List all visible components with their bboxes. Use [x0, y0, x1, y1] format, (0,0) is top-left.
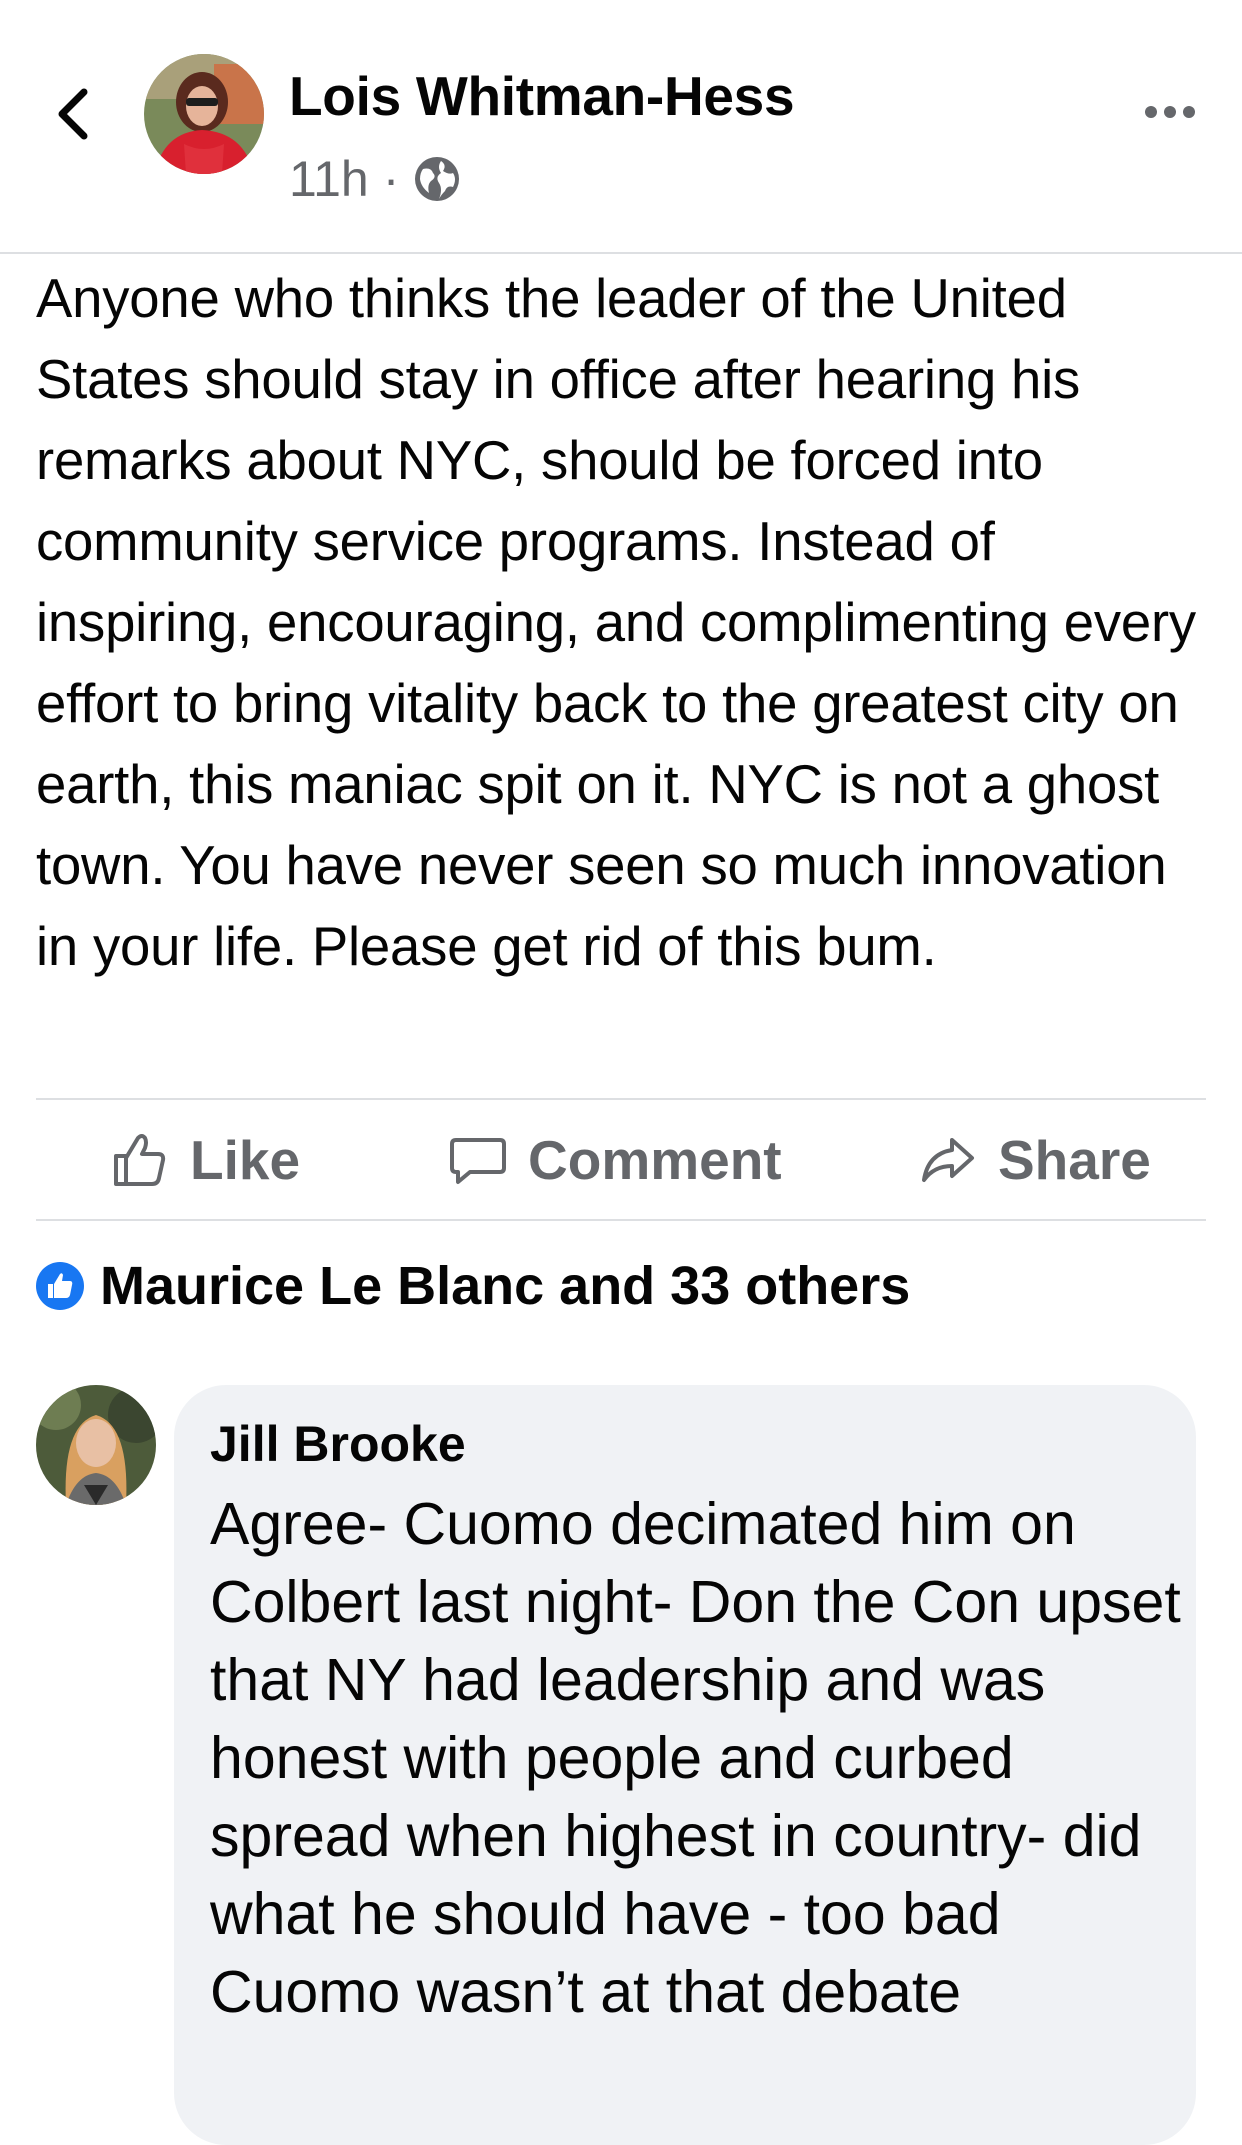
- share-arrow-icon: [922, 1138, 974, 1182]
- comment-button[interactable]: Comment: [450, 1100, 782, 1220]
- comment-text: Agree- Cuomo decimated him on Colbert la…: [210, 1491, 1181, 2025]
- post-time[interactable]: 11h: [289, 150, 369, 208]
- comment-label: Comment: [528, 1129, 782, 1191]
- like-reaction-icon: [36, 1262, 84, 1310]
- commenter-avatar[interactable]: [36, 1385, 156, 1505]
- post-actions: Like Comment Share: [36, 1100, 1206, 1220]
- post-text: Anyone who thinks the leader of the Unit…: [36, 268, 1196, 977]
- share-label: Share: [998, 1129, 1151, 1191]
- like-button[interactable]: Like: [112, 1100, 300, 1220]
- thumbs-up-icon: [114, 1134, 166, 1186]
- reactions-text: Maurice Le Blanc and 33 others: [100, 1256, 911, 1316]
- post-header: Lois Whitman-Hess 11h ·: [0, 0, 1242, 254]
- meta-separator: ·: [382, 151, 400, 207]
- globe-icon: [415, 157, 460, 201]
- ellipsis-icon: [1145, 106, 1195, 118]
- comment-bubble: Jill Brooke Agree- Cuomo decimated him o…: [174, 1385, 1196, 2145]
- author-avatar[interactable]: [144, 54, 264, 174]
- reactions-summary[interactable]: Maurice Le Blanc and 33 others: [36, 1255, 910, 1317]
- commenter-name[interactable]: Jill Brooke: [210, 1415, 466, 1473]
- actions-bottom-divider: [36, 1219, 1206, 1221]
- chevron-left-icon: [58, 88, 88, 140]
- author-name[interactable]: Lois Whitman-Hess: [289, 64, 795, 128]
- more-options-button[interactable]: [1140, 92, 1200, 132]
- comment-bubble-icon: [450, 1138, 506, 1184]
- post-meta: 11h ·: [289, 150, 461, 208]
- back-button[interactable]: [42, 80, 102, 148]
- share-button[interactable]: Share: [920, 1100, 1151, 1220]
- like-label: Like: [190, 1129, 301, 1191]
